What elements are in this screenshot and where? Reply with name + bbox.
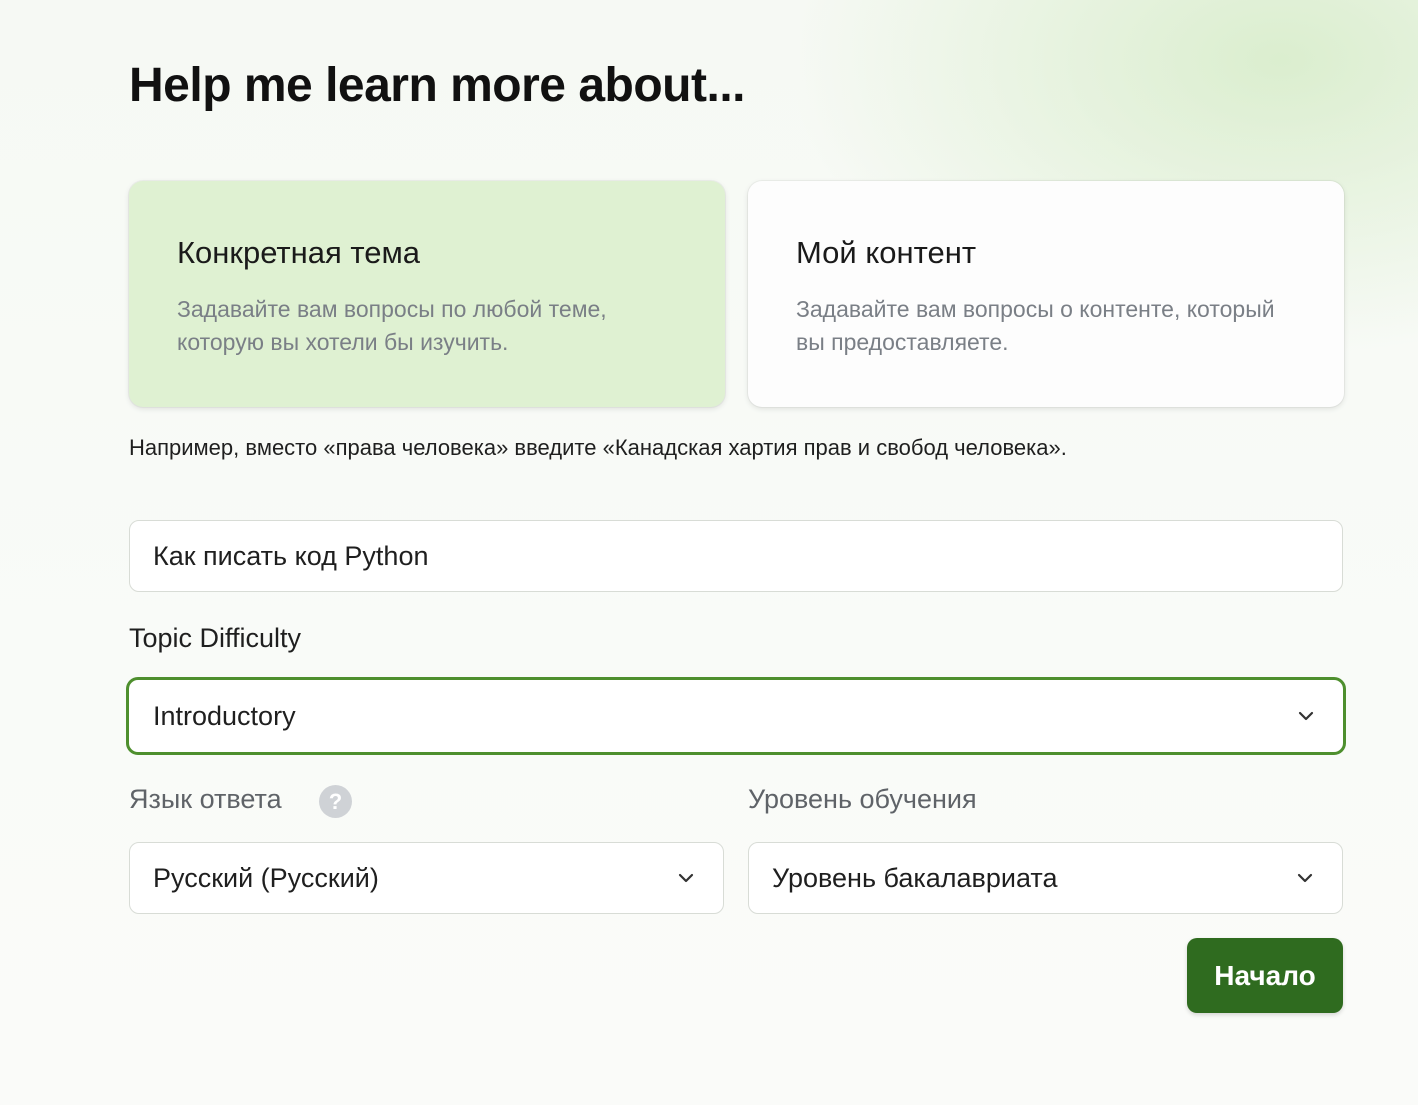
difficulty-label: Topic Difficulty xyxy=(129,623,302,653)
difficulty-select[interactable]: Introductory xyxy=(126,677,1346,755)
topic-input[interactable]: Как писать код Python xyxy=(129,520,1343,592)
education-level-label: Уровень обучения xyxy=(748,784,977,814)
help-icon[interactable]: ? xyxy=(319,785,352,818)
topic-hint: Например, вместо «права человека» введит… xyxy=(129,435,1067,460)
language-select-value: Русский (Русский) xyxy=(153,862,379,893)
mode-card-description: Задавайте вам вопросы по любой теме, кот… xyxy=(177,296,607,355)
mode-card-specific-topic[interactable]: Конкретная тема Задавайте вам вопросы по… xyxy=(129,181,725,407)
mode-card-title: Мой контент xyxy=(796,235,977,270)
education-level-select[interactable]: Уровень бакалавриата xyxy=(748,842,1343,914)
education-level-select-value: Уровень бакалавриата xyxy=(772,862,1058,893)
chevron-down-icon xyxy=(1297,873,1313,883)
mode-card-description: Задавайте вам вопросы о контенте, которы… xyxy=(796,296,1275,355)
chevron-down-icon xyxy=(678,873,694,883)
difficulty-select-value: Introductory xyxy=(153,700,296,731)
language-select[interactable]: Русский (Русский) xyxy=(129,842,724,914)
chevron-down-icon xyxy=(1298,711,1314,721)
start-button[interactable]: Начало xyxy=(1187,938,1343,1013)
mode-card-my-content[interactable]: Мой контент Задавайте вам вопросы о конт… xyxy=(748,181,1344,407)
topic-input-value: Как писать код Python xyxy=(153,540,429,571)
mode-card-title: Конкретная тема xyxy=(177,235,421,270)
language-label: Язык ответа xyxy=(129,784,282,814)
page-title: Help me learn more about... xyxy=(129,59,745,112)
